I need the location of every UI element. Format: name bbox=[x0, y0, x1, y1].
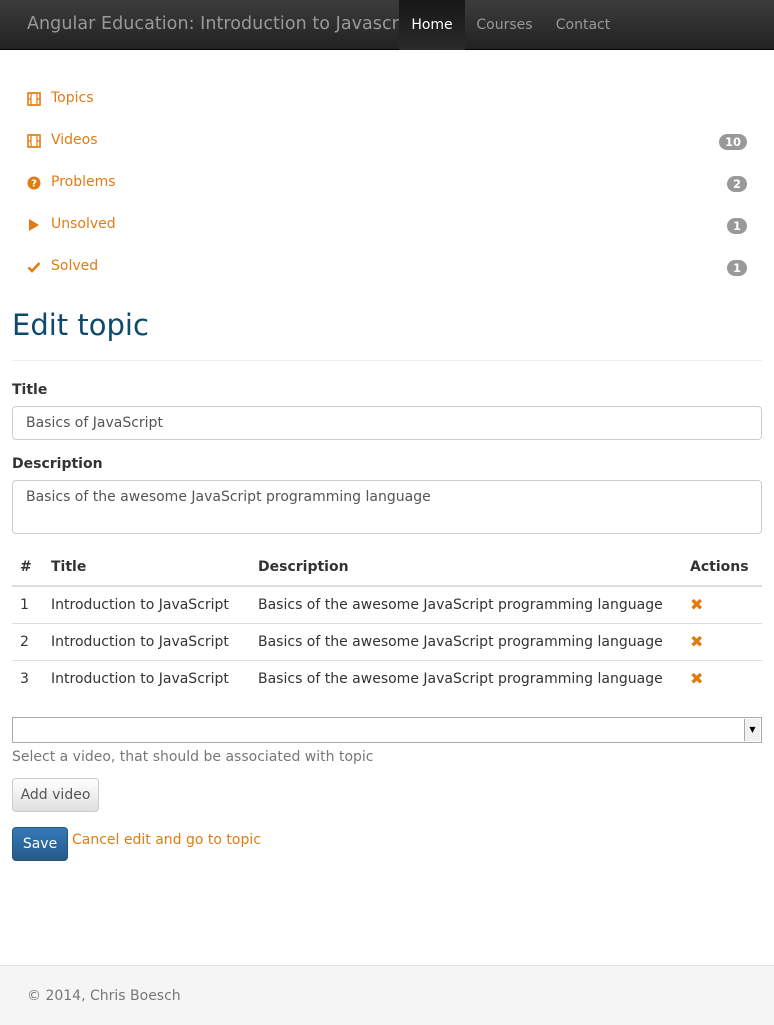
cancel-edit-link[interactable]: Cancel edit and go to topic bbox=[72, 832, 261, 848]
row-title: Introduction to JavaScript bbox=[43, 659, 250, 697]
sidebar-item-problems[interactable]: ? Problems 2 bbox=[12, 163, 762, 205]
sidebar-item-topics[interactable]: Topics bbox=[12, 79, 762, 121]
sidebar-item-label: Topics bbox=[51, 90, 94, 106]
sidebar-item-label: Solved bbox=[51, 258, 99, 274]
description-label: Description bbox=[12, 456, 103, 472]
column-header: Description bbox=[250, 548, 682, 587]
film-icon bbox=[26, 92, 42, 108]
title-label: Title bbox=[12, 382, 48, 398]
count-badge: 1 bbox=[726, 260, 747, 276]
sidebar-item-label: Videos bbox=[51, 132, 98, 148]
title-input[interactable] bbox=[12, 406, 762, 440]
nav-courses[interactable]: Courses bbox=[465, 0, 544, 50]
sidebar-item-solved[interactable]: Solved 1 bbox=[12, 247, 762, 289]
nav-contact[interactable]: Contact bbox=[544, 0, 622, 50]
page-title: Edit topic bbox=[12, 308, 149, 342]
table-header-row: # Title Description Actions bbox=[12, 548, 762, 587]
row-description: Basics of the awesome JavaScript program… bbox=[250, 622, 682, 660]
remove-icon[interactable]: ✖ bbox=[690, 632, 703, 651]
sidebar-item-videos[interactable]: Videos 10 bbox=[12, 121, 762, 163]
count-badge: 1 bbox=[726, 218, 747, 234]
remove-icon[interactable]: ✖ bbox=[690, 595, 703, 614]
table-row: 1 Introduction to JavaScript Basics of t… bbox=[12, 586, 762, 623]
save-button[interactable]: Save bbox=[12, 827, 68, 861]
question-circle-icon: ? bbox=[26, 176, 42, 192]
nav-home[interactable]: Home bbox=[399, 0, 465, 50]
description-textarea[interactable]: Basics of the awesome JavaScript program… bbox=[12, 480, 762, 534]
row-description: Basics of the awesome JavaScript program… bbox=[250, 659, 682, 697]
navbar-brand[interactable]: Angular Education: Introduction to Javas… bbox=[27, 14, 422, 34]
chevron-down-icon[interactable]: ▼ bbox=[744, 719, 760, 741]
row-description: Basics of the awesome JavaScript program… bbox=[258, 596, 663, 613]
sidebar-item-label: Unsolved bbox=[51, 216, 116, 232]
column-header: # bbox=[12, 548, 43, 587]
table-row: 3 Introduction to JavaScript Basics of t… bbox=[12, 659, 762, 697]
row-number: 2 bbox=[12, 622, 43, 660]
footer-copyright: © 2014, Chris Boesch bbox=[27, 988, 181, 1004]
footer: © 2014, Chris Boesch bbox=[0, 965, 774, 1025]
video-select-help: Select a video, that should be associate… bbox=[12, 749, 374, 765]
count-badge: 10 bbox=[718, 134, 747, 150]
navbar: Angular Education: Introduction to Javas… bbox=[0, 0, 774, 50]
row-title: Introduction to JavaScript bbox=[51, 596, 229, 613]
check-icon bbox=[26, 260, 42, 276]
videos-table: # Title Description Actions 1 Introducti… bbox=[12, 548, 762, 697]
count-badge: 2 bbox=[726, 176, 747, 192]
row-number: 3 bbox=[12, 659, 43, 697]
row-number: 1 bbox=[20, 596, 29, 613]
play-icon bbox=[26, 218, 42, 234]
remove-icon[interactable]: ✖ bbox=[690, 669, 703, 688]
film-icon bbox=[26, 134, 42, 150]
video-select[interactable]: ▼ bbox=[12, 717, 762, 743]
svg-text:?: ? bbox=[31, 179, 37, 190]
divider bbox=[12, 360, 762, 361]
add-video-button[interactable]: Add video bbox=[12, 778, 99, 812]
sidebar-item-unsolved[interactable]: Unsolved 1 bbox=[12, 205, 762, 247]
column-header: Title bbox=[43, 548, 250, 587]
sidebar-item-label: Problems bbox=[51, 174, 116, 190]
table-row: 2 Introduction to JavaScript Basics of t… bbox=[12, 622, 762, 660]
column-header: Actions bbox=[682, 548, 762, 587]
row-title: Introduction to JavaScript bbox=[43, 622, 250, 660]
